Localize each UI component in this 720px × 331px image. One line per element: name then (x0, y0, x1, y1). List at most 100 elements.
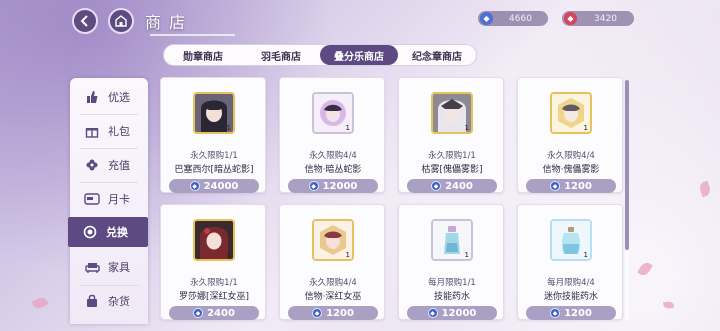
purchase-limit: 永久限购4/4 (309, 151, 357, 161)
sidebar-item-label: 兑换 (106, 226, 128, 239)
sidebar-item-gift[interactable]: 礼包 (70, 116, 148, 146)
price-button[interactable]: ◆ 12000 (288, 179, 378, 193)
shop-item-card[interactable]: 1 每月限购4/4 迷你技能药水 ◆ 1200 (517, 204, 623, 320)
title-underline (150, 34, 235, 36)
tab-medal-shop[interactable]: 勋章商店 (164, 45, 242, 65)
currency-red-value: 3420 (594, 13, 617, 24)
price-value: 1200 (564, 180, 592, 192)
blue-badge-icon: ◆ (550, 308, 561, 318)
scrollbar-thumb[interactable] (625, 80, 629, 250)
thumbs-up-icon (84, 89, 100, 105)
price-value: 12000 (441, 307, 477, 319)
shop-item-card[interactable]: 1 每月限购1/1 技能药水 ◆ 12000 (398, 204, 504, 320)
currency-red[interactable]: ◆ 3420 (562, 11, 634, 26)
price-button[interactable]: ◆ 24000 (169, 179, 259, 193)
sidebar-item-label: 充值 (108, 159, 130, 172)
vip-card-icon (84, 191, 100, 207)
shop-item-card[interactable]: 1 永久限购1/1 枯雾[傀儡雾影] ◆ 2400 (398, 77, 504, 193)
tab-stack-shop[interactable]: 叠分乐商店 (320, 45, 398, 65)
item-icon-frame: 1 (550, 219, 592, 261)
item-quantity: 1 (345, 124, 350, 132)
flower-icon (84, 157, 100, 173)
item-quantity: 1 (345, 251, 350, 259)
sidebar-item-monthly-card[interactable]: 月卡 (70, 184, 148, 214)
price-value: 1200 (564, 307, 592, 319)
sidebar-item-label: 月卡 (108, 193, 130, 206)
purchase-limit: 永久限购1/1 (428, 151, 476, 161)
home-icon (115, 15, 127, 27)
sidebar-item-label: 家具 (108, 261, 130, 274)
price-button[interactable]: ◆ 2400 (407, 179, 497, 193)
sidebar-item-label: 优选 (108, 91, 130, 104)
item-name: 信物·傀儡雾影 (542, 165, 600, 175)
red-badge-icon: ◆ (564, 12, 577, 25)
back-arrow-icon (80, 15, 88, 27)
item-icon-frame: 1 (193, 219, 235, 261)
sidebar-item-furniture[interactable]: 家具 (70, 252, 148, 282)
blue-badge-icon: ◆ (431, 181, 442, 191)
price-button[interactable]: ◆ 2400 (169, 306, 259, 320)
item-name: 信物·深红女巫 (304, 292, 362, 302)
currency-blue[interactable]: ◆ 4660 (478, 11, 548, 26)
item-quantity: 1 (583, 251, 588, 259)
divider (80, 182, 138, 183)
shop-item-card[interactable]: 1 永久限购1/1 巴塞西尔[暗丛蛇影] ◆ 24000 (160, 77, 266, 193)
purchase-limit: 永久限购4/4 (309, 278, 357, 288)
currency-blue-value: 4660 (509, 13, 532, 24)
item-name: 技能药水 (433, 292, 470, 302)
price-button[interactable]: ◆ 1200 (526, 179, 616, 193)
shop-item-card[interactable]: 1 永久限购4/4 信物·暗丛蛇影 ◆ 12000 (279, 77, 385, 193)
price-value: 2400 (207, 307, 235, 319)
blue-badge-icon: ◆ (550, 181, 561, 191)
exchange-icon (82, 224, 98, 240)
price-value: 24000 (203, 180, 239, 192)
shop-item-card[interactable]: 1 永久限购1/1 罗莎娜[深红女巫] ◆ 2400 (160, 204, 266, 320)
tab-commemorative-shop[interactable]: 纪念章商店 (398, 45, 476, 65)
petal-decoration (697, 180, 713, 198)
item-name: 迷你技能药水 (543, 292, 598, 302)
price-value: 12000 (322, 180, 358, 192)
price-button[interactable]: ◆ 1200 (526, 306, 616, 320)
item-icon-frame: 1 (431, 219, 473, 261)
blue-badge-icon: ◆ (308, 181, 319, 191)
petal-decoration (662, 300, 675, 310)
sidebar-item-featured[interactable]: 优选 (70, 82, 148, 112)
blue-badge-icon: ◆ (189, 181, 200, 191)
blue-badge-icon: ◆ (480, 12, 493, 25)
sidebar-item-exchange[interactable]: 兑换 (68, 217, 148, 247)
purchase-limit: 永久限购1/1 (190, 151, 238, 161)
price-button[interactable]: ◆ 1200 (288, 306, 378, 320)
sidebar-item-label: 礼包 (108, 125, 130, 138)
tab-feather-shop[interactable]: 羽毛商店 (242, 45, 320, 65)
price-button[interactable]: ◆ 12000 (407, 306, 497, 320)
shop-item-card[interactable]: 1 永久限购4/4 信物·深红女巫 ◆ 1200 (279, 204, 385, 320)
divider (80, 114, 138, 115)
blue-badge-icon: ◆ (193, 308, 204, 318)
purchase-limit: 永久限购1/1 (190, 278, 238, 288)
purchase-limit: 永久限购4/4 (547, 151, 595, 161)
purchase-limit: 每月限购4/4 (547, 278, 595, 288)
shop-tabs: 勋章商店 羽毛商店 叠分乐商店 纪念章商店 (163, 44, 477, 66)
item-icon-frame: 1 (550, 92, 592, 134)
blue-badge-icon: ◆ (427, 308, 438, 318)
item-name: 巴塞西尔[暗丛蛇影] (174, 165, 254, 175)
petal-decoration (637, 260, 653, 278)
item-name: 罗莎娜[深红女巫] (178, 292, 250, 302)
item-name: 枯雾[傀儡雾影] (421, 165, 483, 175)
back-button[interactable] (72, 8, 98, 34)
sidebar-item-recharge[interactable]: 充值 (70, 150, 148, 180)
blue-badge-icon: ◆ (312, 308, 323, 318)
page-title: 商店 (145, 13, 194, 32)
shop-item-card[interactable]: 1 永久限购4/4 信物·傀儡雾影 ◆ 1200 (517, 77, 623, 193)
item-quantity: 1 (464, 251, 469, 259)
item-quantity: 1 (464, 124, 469, 132)
item-quantity: 1 (226, 251, 231, 259)
item-grid-scrollbar[interactable] (625, 80, 629, 320)
home-button[interactable] (108, 8, 134, 34)
sidebar-item-goods[interactable]: 杂货 (70, 286, 148, 316)
price-value: 2400 (445, 180, 473, 192)
item-icon-frame: 1 (312, 219, 354, 261)
sofa-icon (84, 259, 100, 275)
item-icon-frame: 1 (193, 92, 235, 134)
item-icon-frame: 1 (312, 92, 354, 134)
